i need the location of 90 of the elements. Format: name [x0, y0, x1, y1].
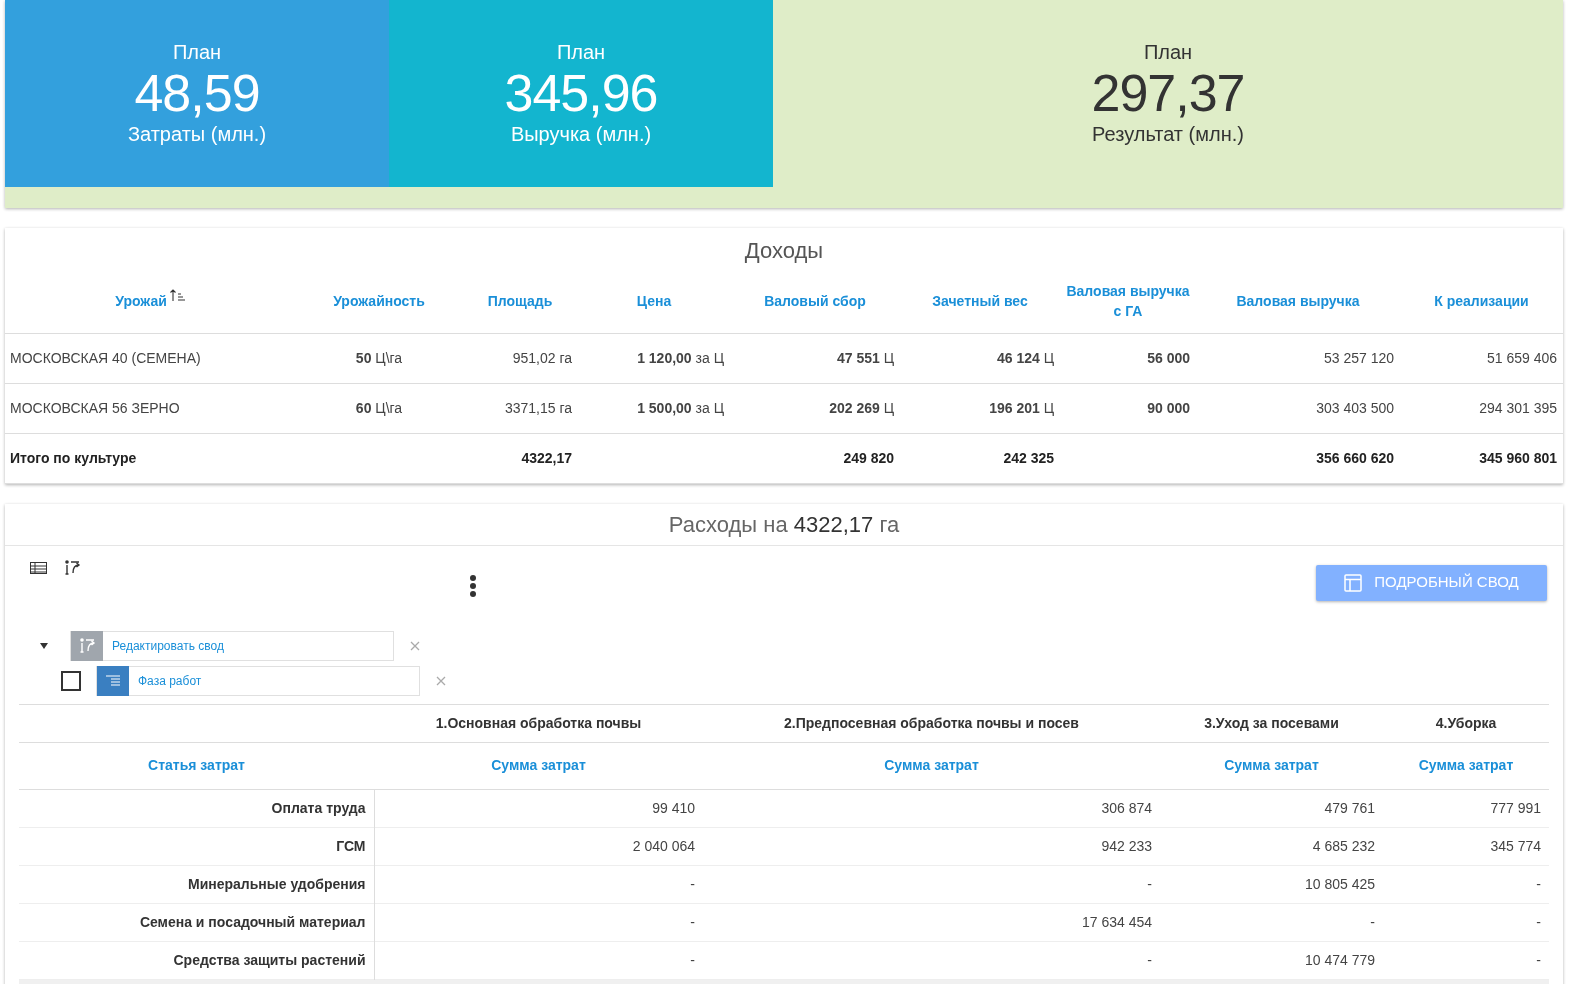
table-cell: 196 201 Ц [900, 383, 1060, 433]
column-header[interactable]: Валовая выручка [1196, 270, 1400, 333]
column-header[interactable]: Статья затрат [19, 742, 374, 789]
phase-header: 3.Уход за посевами [1160, 704, 1383, 742]
table-cell: 90 000 [1060, 383, 1196, 433]
layout-icon [1344, 573, 1363, 592]
crop-name: МОСКОВСКАЯ 56 ЗЕРНО [5, 383, 296, 433]
income-title: Доходы [744, 237, 824, 265]
crop-name: МОСКОВСКАЯ 40 (СЕМЕНА) [5, 333, 296, 383]
table-cell: 345 774 [1383, 827, 1549, 865]
table-cell: - [374, 865, 703, 903]
row-header: ГСМ [19, 827, 374, 865]
column-header[interactable]: Зачетный вес [900, 270, 1060, 333]
more-options-icon[interactable] [469, 573, 477, 598]
table-cell: 51 659 406 [1400, 333, 1563, 383]
column-header[interactable]: Сумма затрат [1383, 742, 1549, 789]
column-header[interactable]: Сумма затрат [1160, 742, 1383, 789]
tile-value: 48,59 [134, 64, 260, 122]
column-header[interactable]: К реализации [1400, 270, 1563, 333]
checkbox[interactable] [61, 670, 81, 691]
table-cell: 479 761 [1160, 789, 1383, 827]
expenses-title: Расходы на 4322,17 га [5, 503, 1563, 546]
table-cell: - [1383, 941, 1549, 979]
tile-caption: План [172, 40, 222, 64]
table-cell: - [374, 941, 703, 979]
table-cell: 249 820 [730, 433, 900, 483]
tile-value: 345,96 [504, 64, 658, 122]
table-cell: - [703, 941, 1160, 979]
column-header[interactable]: Урожай [5, 270, 296, 333]
column-header[interactable]: Площадь [462, 270, 578, 333]
table-cell: 2 040 064 [374, 827, 703, 865]
table-cell: 10 805 425 [1160, 865, 1383, 903]
table-cell: 53 257 120 [1196, 333, 1400, 383]
table-cell: - [703, 865, 1160, 903]
filter-chip[interactable]: Фаза работ [96, 665, 420, 696]
table-cell: 942 233 [703, 827, 1160, 865]
table-cell: 951,02 га [462, 333, 578, 383]
phase-header: 1.Основная обработка почвы [374, 704, 703, 742]
table-cell: 4 685 232 [1160, 827, 1383, 865]
table-cell: 99 410 [374, 789, 703, 827]
table-cell: - [1383, 903, 1549, 941]
table-cell: - [374, 903, 703, 941]
table-cell: 46 124 Ц [900, 333, 1060, 383]
table-cell: 56 000 [1060, 333, 1196, 383]
collapse-icon[interactable] [39, 640, 49, 651]
tile-value: 297,37 [1091, 64, 1245, 122]
table-cell: 10 474 779 [1160, 941, 1383, 979]
column-header[interactable]: Сумма затрат [374, 742, 703, 789]
column-header[interactable]: Урожайность [296, 270, 462, 333]
table-cell: 4322,17 [462, 433, 578, 483]
tile-caption: План [556, 40, 606, 64]
table-cell: 306 874 [703, 789, 1160, 827]
table-cell: 345 960 801 [1400, 433, 1563, 483]
table-cell: 17 634 454 [703, 903, 1160, 941]
table-cell: 777 991 [1383, 789, 1549, 827]
tile-label: Результат (млн.) [1092, 122, 1244, 146]
table-cell: 1 500,00 за Ц [578, 383, 730, 433]
sort-ascending-icon[interactable] [169, 289, 186, 302]
table-cell: 303 403 500 [1196, 383, 1400, 433]
table-cell: 60 Ц\га [296, 383, 462, 433]
column-header[interactable]: Валовая выручка с ГА [1060, 270, 1196, 333]
row-header: Семена и посадочный материал [19, 903, 374, 941]
table-cell: 202 269 Ц [730, 383, 900, 433]
table-cell: 1 120,00 за Ц [578, 333, 730, 383]
row-header: Минеральные удобрения [19, 865, 374, 903]
phase-header: 2.Предпосевная обработка почвы и посев [703, 704, 1160, 742]
table-cell: 294 301 395 [1400, 383, 1563, 433]
table-cell: - [1383, 865, 1549, 903]
tile-label: Затраты (млн.) [127, 122, 267, 146]
total-label: Итого по культуре [5, 433, 296, 483]
phase-header: 4.Уборка [1383, 704, 1549, 742]
table-cell: 242 325 [900, 433, 1060, 483]
table-cell: - [1160, 903, 1383, 941]
pivot-icon[interactable] [64, 558, 81, 576]
column-header[interactable]: Цена [578, 270, 730, 333]
pivot-icon [78, 637, 96, 654]
row-header: Оплата труда [19, 789, 374, 827]
table-cell: 3371,15 га [462, 383, 578, 433]
row-header: Средства защиты растений [19, 941, 374, 979]
table-cell: 47 551 Ц [730, 333, 900, 383]
filter-chip[interactable]: Редактировать свод [70, 630, 394, 661]
detailed-summary-button[interactable]: ПОДРОБНЫЙ СВОД [1316, 564, 1547, 601]
column-header[interactable]: Валовый сбор [730, 270, 900, 333]
table-icon[interactable] [30, 561, 47, 574]
list-icon [106, 674, 120, 687]
column-header[interactable]: Сумма затрат [703, 742, 1160, 789]
tile-caption: План [1143, 40, 1193, 64]
table-cell: 50 Ц\га [296, 333, 462, 383]
tile-label: Выручка (млн.) [510, 122, 652, 146]
table-cell: 356 660 620 [1196, 433, 1400, 483]
